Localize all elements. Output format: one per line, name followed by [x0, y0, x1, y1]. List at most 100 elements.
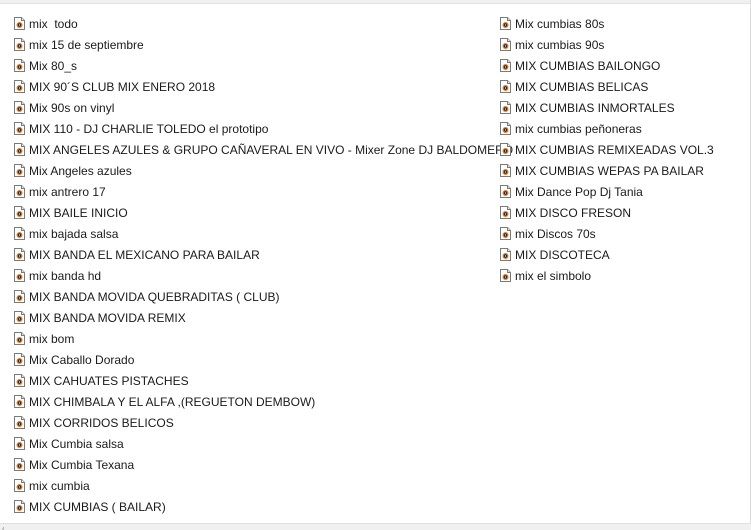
file-item[interactable]: mix 15 de septiembre: [14, 34, 513, 55]
audio-file-icon: [500, 227, 511, 240]
audio-file-icon: [500, 17, 511, 30]
audio-file-icon: [14, 248, 25, 261]
audio-file-icon: [500, 206, 511, 219]
file-name: mix bajada salsa: [29, 226, 119, 241]
file-name: MIX CAHUATES PISTACHES: [29, 373, 189, 388]
audio-file-icon: [14, 374, 25, 387]
file-name: mix cumbias 90s: [515, 37, 605, 52]
file-item[interactable]: Mix 80_s: [14, 55, 513, 76]
file-name: MIX CUMBIAS INMORTALES: [515, 100, 675, 115]
file-name: Mix Dance Pop Dj Tania: [515, 184, 643, 199]
audio-file-icon: [14, 122, 25, 135]
file-name: MIX DISCOTECA: [515, 247, 610, 262]
file-item[interactable]: MIX CUMBIAS WEPAS PA BAILAR: [500, 160, 714, 181]
audio-file-icon: [500, 269, 511, 282]
file-item[interactable]: MIX BANDA MOVIDA REMIX: [14, 307, 513, 328]
file-item[interactable]: Mix Dance Pop Dj Tania: [500, 181, 714, 202]
audio-file-icon: [14, 416, 25, 429]
file-name: Mix cumbias 80s: [515, 16, 605, 31]
file-item[interactable]: MIX CORRIDOS BELICOS: [14, 412, 513, 433]
file-name: MIX 110 - DJ CHARLIE TOLEDO el prototipo: [29, 121, 269, 136]
file-item[interactable]: MIX ANGELES AZULES & GRUPO CAÑAVERAL EN …: [14, 139, 513, 160]
file-item[interactable]: MIX CAHUATES PISTACHES: [14, 370, 513, 391]
audio-file-icon: [14, 38, 25, 51]
file-name: MIX CUMBIAS REMIXEADAS VOL.3: [515, 142, 714, 157]
file-item[interactable]: MIX CUMBIAS BELICAS: [500, 76, 714, 97]
audio-file-icon: [14, 227, 25, 240]
audio-file-icon: [14, 437, 25, 450]
file-item[interactable]: mix Discos 70s: [500, 223, 714, 244]
file-item[interactable]: MIX BAILE INICIO: [14, 202, 513, 223]
file-name: MIX 90´S CLUB MIX ENERO 2018: [29, 79, 216, 94]
file-name: mix todo: [29, 16, 78, 31]
file-name: MIX CUMBIAS BAILONGO: [515, 58, 661, 73]
file-item[interactable]: MIX CUMBIAS REMIXEADAS VOL.3: [500, 139, 714, 160]
file-item[interactable]: mix bom: [14, 328, 513, 349]
audio-file-icon: [14, 269, 25, 282]
file-item[interactable]: MIX CUMBIAS BAILONGO: [500, 55, 714, 76]
file-name: Mix 90s on vinyl: [29, 100, 115, 115]
file-item[interactable]: mix todo: [14, 13, 513, 34]
file-name: Mix 80_s: [29, 58, 78, 73]
file-name: mix bom: [29, 331, 75, 346]
file-column-left: mix todo mix 15 de septiembre Mix 80_s M…: [14, 13, 513, 517]
audio-file-icon: [14, 353, 25, 366]
audio-file-icon: [500, 164, 511, 177]
file-item[interactable]: MIX 90´S CLUB MIX ENERO 2018: [14, 76, 513, 97]
file-name: mix 15 de septiembre: [29, 37, 144, 52]
audio-file-icon: [14, 143, 25, 156]
audio-file-icon: [500, 185, 511, 198]
file-item[interactable]: Mix Caballo Dorado: [14, 349, 513, 370]
file-item[interactable]: MIX 110 - DJ CHARLIE TOLEDO el prototipo: [14, 118, 513, 139]
file-item[interactable]: mix bajada salsa: [14, 223, 513, 244]
file-name: Mix Caballo Dorado: [29, 352, 135, 367]
file-name: MIX CHIMBALA Y EL ALFA ,(REGUETON DEMBOW…: [29, 394, 316, 409]
file-name: mix cumbias peñoneras: [515, 121, 642, 136]
file-item[interactable]: Mix Angeles azules: [14, 160, 513, 181]
audio-file-icon: [14, 185, 25, 198]
audio-file-icon: [14, 500, 25, 513]
audio-file-icon: [500, 80, 511, 93]
file-item[interactable]: MIX BANDA MOVIDA QUEBRADITAS ( CLUB): [14, 286, 513, 307]
file-name: MIX BANDA EL MEXICANO PARA BAILAR: [29, 247, 260, 262]
file-name: Mix Cumbia Texana: [29, 457, 135, 472]
audio-file-icon: [14, 332, 25, 345]
file-item[interactable]: MIX BANDA EL MEXICANO PARA BAILAR: [14, 244, 513, 265]
audio-file-icon: [14, 290, 25, 303]
file-name: MIX BANDA MOVIDA REMIX: [29, 310, 186, 325]
file-item[interactable]: mix cumbia: [14, 475, 513, 496]
file-name: MIX ANGELES AZULES & GRUPO CAÑAVERAL EN …: [29, 142, 514, 157]
audio-file-icon: [14, 395, 25, 408]
file-item[interactable]: Mix 90s on vinyl: [14, 97, 513, 118]
audio-file-icon: [14, 59, 25, 72]
audio-file-icon: [14, 458, 25, 471]
file-item[interactable]: MIX DISCO FRESON: [500, 202, 714, 223]
file-item[interactable]: Mix cumbias 80s: [500, 13, 714, 34]
audio-file-icon: [500, 101, 511, 114]
file-item[interactable]: MIX CUMBIAS ( BAILAR): [14, 496, 513, 517]
file-item[interactable]: MIX DISCOTECA: [500, 244, 714, 265]
file-item[interactable]: Mix Cumbia salsa: [14, 433, 513, 454]
audio-file-icon: [500, 122, 511, 135]
audio-file-icon: [500, 143, 511, 156]
file-column-right: Mix cumbias 80s mix cumbias 90s MIX CUMB…: [500, 13, 714, 286]
horizontal-scrollbar[interactable]: ‹: [0, 523, 751, 530]
file-item[interactable]: mix cumbias 90s: [500, 34, 714, 55]
audio-file-icon: [14, 206, 25, 219]
file-item[interactable]: mix el simbolo: [500, 265, 714, 286]
file-item[interactable]: mix antrero 17: [14, 181, 513, 202]
audio-file-icon: [500, 38, 511, 51]
file-list-view: mix todo mix 15 de septiembre Mix 80_s M…: [0, 0, 751, 530]
file-item[interactable]: mix banda hd: [14, 265, 513, 286]
audio-file-icon: [500, 59, 511, 72]
scroll-left-icon[interactable]: ‹: [2, 525, 5, 530]
audio-file-icon: [14, 101, 25, 114]
file-item[interactable]: mix cumbias peñoneras: [500, 118, 714, 139]
audio-file-icon: [14, 17, 25, 30]
file-name: MIX CUMBIAS BELICAS: [515, 79, 649, 94]
file-item[interactable]: Mix Cumbia Texana: [14, 454, 513, 475]
file-name: MIX CUMBIAS ( BAILAR): [29, 499, 166, 514]
file-item[interactable]: MIX CHIMBALA Y EL ALFA ,(REGUETON DEMBOW…: [14, 391, 513, 412]
file-name: MIX BANDA MOVIDA QUEBRADITAS ( CLUB): [29, 289, 280, 304]
file-item[interactable]: MIX CUMBIAS INMORTALES: [500, 97, 714, 118]
